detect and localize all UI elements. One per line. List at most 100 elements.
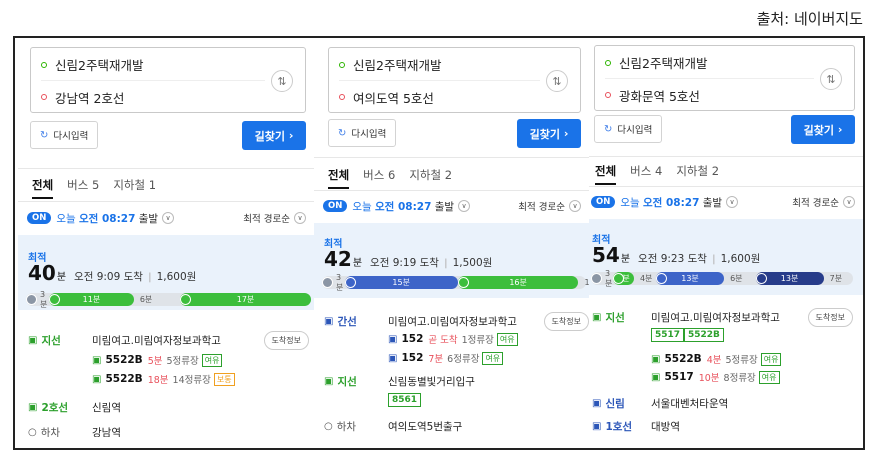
tab-subway[interactable]: 지하철 2 <box>676 159 719 185</box>
tab-all[interactable]: 전체 <box>595 159 617 185</box>
step-line-name: ▣ 간선 <box>324 314 357 329</box>
arrival-info-button[interactable]: 도착정보 <box>543 312 589 331</box>
divider <box>314 157 589 158</box>
bus-icon <box>457 277 469 288</box>
station-name: 신림역 <box>92 402 121 414</box>
chevron-down-icon: ∨ <box>294 212 306 224</box>
on-toggle[interactable]: ON <box>323 200 348 212</box>
departure-time[interactable]: 오늘 오전 08:27 출발 <box>620 195 722 210</box>
bus-number: 5522B <box>105 354 143 366</box>
time-prefix: 오늘 <box>56 212 76 225</box>
best-route-summary[interactable]: 최적 42분 오전 9:19 도착 | 1,500원 3분15분16분1분 <box>314 223 589 298</box>
route-search-box: 신림2주택재개발 광화문역 5호선 ⇅ <box>594 45 855 111</box>
tab-all[interactable]: 전체 <box>328 163 350 189</box>
on-toggle[interactable]: ON <box>27 212 52 224</box>
on-toggle[interactable]: ON <box>591 196 616 208</box>
chevron-down-icon[interactable]: ∨ <box>162 212 175 224</box>
reset-button[interactable]: ↻ 다시입력 <box>328 119 397 147</box>
swap-direction-icon[interactable]: ⇅ <box>546 70 568 92</box>
destination-dot-icon <box>41 94 47 100</box>
best-route-summary[interactable]: 최적 54분 오전 9:23 도착 | 1,600원 3분4분4분13분6분13… <box>589 219 863 295</box>
tab-subway[interactable]: 지하철 2 <box>409 163 452 189</box>
chevron-down-icon[interactable]: ∨ <box>458 200 471 212</box>
bus-eta: 10분 <box>698 373 720 384</box>
bus-icon: ▣ <box>592 312 602 323</box>
bus-icon <box>49 294 61 305</box>
origin-field[interactable]: 신림2주택재개발 <box>605 47 814 79</box>
sort-dropdown[interactable]: 최적 경로순 ∨ <box>792 195 855 209</box>
step-line-name: ▣ 신림 <box>592 396 625 411</box>
sort-dropdown[interactable]: 최적 경로순 ∨ <box>243 211 306 225</box>
duration-value: 40 <box>28 261 56 285</box>
search-route-label: 길찾기 <box>529 127 560 141</box>
search-route-button[interactable]: 길찾기 › <box>517 119 581 148</box>
reset-button[interactable]: ↻ 다시입력 <box>594 115 663 143</box>
chevron-down-icon[interactable]: ∨ <box>726 196 739 208</box>
bus-icon: ▣ <box>651 353 661 365</box>
departure-time-bar: ON 오늘 오전 08:27 출발 ∨ 최적 경로순 ∨ <box>314 193 589 219</box>
station-name: 대방역 <box>651 421 680 433</box>
tab-subway[interactable]: 지하철 1 <box>113 173 156 199</box>
line-name-label: 1호선 <box>605 421 633 433</box>
bus-arrival-row: ▣ 5522B 18분 14정류장 보통 <box>92 372 235 386</box>
fare: 1,600원 <box>720 253 761 265</box>
origin-text: 신림2주택재개발 <box>619 56 708 71</box>
origin-dot-icon <box>605 59 611 66</box>
line-name-label: 지선 <box>41 335 61 347</box>
search-route-button[interactable]: 길찾기 › <box>791 115 855 144</box>
bus-number-chip: 8561 <box>388 393 422 407</box>
search-route-button[interactable]: 길찾기 › <box>242 121 306 150</box>
route-duration: 54 분 오전 9:23 도착 | 1,600원 <box>592 243 760 267</box>
bus-icon: ▣ <box>651 371 661 383</box>
stop-name: 미림여고.미림여자정보과학고 <box>388 316 517 328</box>
separator: | <box>443 258 448 269</box>
step-line-name: ▣ 지선 <box>28 333 61 348</box>
bus-segment: 4분 <box>613 272 634 285</box>
bus-number-chip: 5517 <box>651 328 685 342</box>
departure-time-bar: ON 오늘 오전 08:27 출발 ∨ 최적 경로순 ∨ <box>589 189 863 215</box>
tab-bus[interactable]: 버스 5 <box>67 173 99 199</box>
departure-time[interactable]: 오늘 오전 08:27 출발 <box>352 199 454 214</box>
bus-segment: 11분 <box>49 293 134 306</box>
time-value: 오전 08:27 <box>375 200 432 213</box>
destination-dot-icon <box>339 94 345 100</box>
time-suffix: 출발 <box>138 212 159 225</box>
origin-field[interactable]: 신림2주택재개발 <box>41 49 265 81</box>
line-name-label: 지선 <box>605 312 625 324</box>
arrival-info-button[interactable]: 도착정보 <box>807 308 853 327</box>
tab-all[interactable]: 전체 <box>32 173 54 199</box>
origin-field[interactable]: 신림2주택재개발 <box>339 49 540 81</box>
route-segment-bar: 3분 11분 6분 17분 <box>26 290 311 309</box>
duration-unit: 분 <box>56 272 67 283</box>
reset-button[interactable]: ↻ 다시입력 <box>30 121 99 149</box>
departure-time[interactable]: 오늘 오전 08:27 출발 <box>56 211 158 226</box>
duration-value: 42 <box>324 247 352 271</box>
sort-label: 최적 경로순 <box>518 202 565 213</box>
origin-text: 신림2주택재개발 <box>55 58 144 73</box>
swap-direction-icon[interactable]: ⇅ <box>820 68 842 90</box>
bus-icon: ▣ <box>324 316 334 327</box>
bus-icon: ▣ <box>388 333 398 345</box>
bus-eta: 4분 <box>706 355 722 366</box>
swap-direction-icon[interactable]: ⇅ <box>271 70 293 92</box>
bus-eta: 곧 도착 <box>428 335 458 346</box>
tab-bus[interactable]: 버스 6 <box>363 163 395 189</box>
walk-segment: 3분 <box>322 273 345 292</box>
route-search-box: 신림2주택재개발 강남역 2호선 ⇅ <box>30 47 306 113</box>
step-line-name: ▣ 지선 <box>592 310 625 325</box>
tab-bus[interactable]: 버스 4 <box>630 159 662 185</box>
line-name-label: 2호선 <box>41 402 69 414</box>
bus-stops-away: 6정류장 <box>447 354 480 365</box>
bus-eta: 5분 <box>147 356 163 367</box>
arrival-time: 오전 9:09 도착 <box>74 271 143 283</box>
destination-field[interactable]: 여의도역 5호선 <box>339 81 540 113</box>
destination-field[interactable]: 광화문역 5호선 <box>605 79 814 111</box>
destination-field[interactable]: 강남역 2호선 <box>41 81 265 113</box>
bus-number: 5522B <box>664 353 702 365</box>
sort-dropdown[interactable]: 최적 경로순 ∨ <box>518 199 581 213</box>
walk-icon <box>26 294 37 305</box>
step-line-name: ▣ 지선 <box>324 374 357 389</box>
arrival-info-button[interactable]: 도착정보 <box>263 331 309 350</box>
best-route-summary[interactable]: 최적 40 분 오전 9:09 도착 | 1,600원 3분 11분 6분 17분 <box>18 235 314 310</box>
circle-icon: ○ <box>324 421 333 432</box>
